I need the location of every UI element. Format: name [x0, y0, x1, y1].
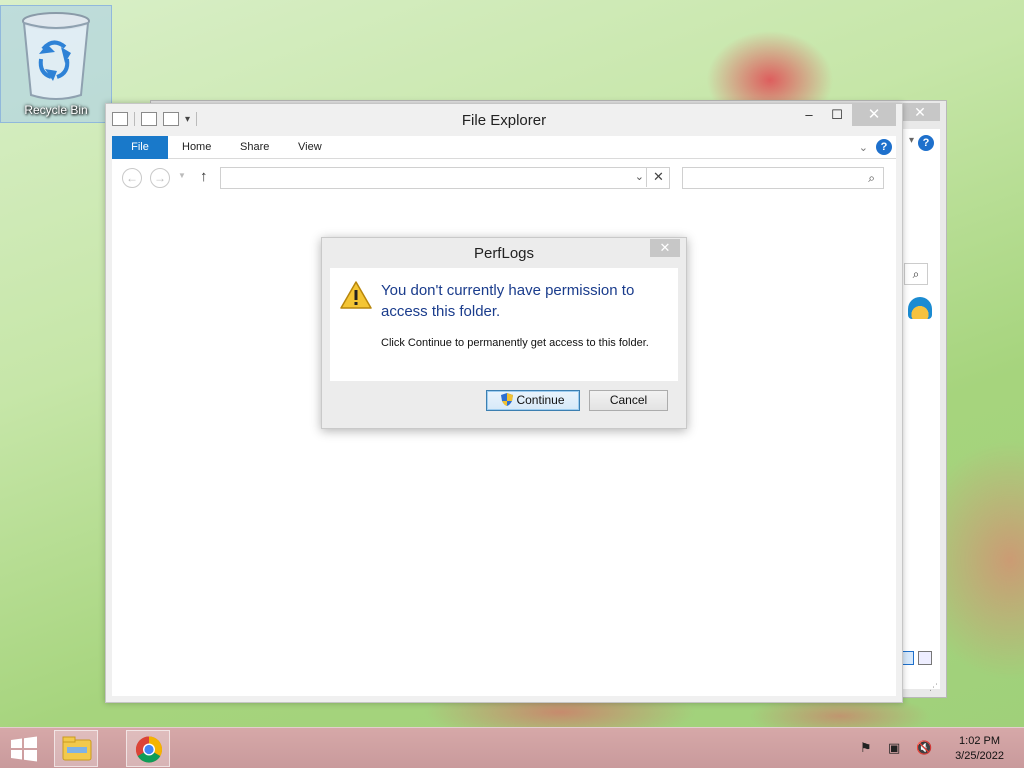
continue-button[interactable]: Continue — [486, 390, 580, 411]
bg-help-icon[interactable]: ? — [918, 135, 934, 151]
tab-home[interactable]: Home — [182, 136, 211, 159]
bg-window-side-panel — [902, 129, 940, 689]
recent-locations-icon[interactable]: ▼ — [178, 171, 186, 180]
address-bar[interactable] — [220, 167, 670, 189]
bg-window-close-button[interactable]: ✕ — [900, 103, 940, 121]
back-button[interactable]: ← — [122, 168, 142, 188]
bg-ribbon-expand-icon[interactable]: ▾ — [909, 135, 914, 146]
dialog-close-button[interactable]: ✕ — [650, 239, 680, 257]
tab-view[interactable]: View — [298, 136, 322, 159]
help-icon[interactable]: ? — [876, 139, 892, 155]
up-arrow-icon[interactable]: ↑ — [200, 168, 208, 185]
title-bar[interactable]: ▾ File Explorer – ☐ ✕ — [106, 104, 902, 134]
dialog-sub-message: Click Continue to permanently get access… — [381, 337, 649, 349]
warning-icon — [340, 280, 372, 310]
dialog-title: PerfLogs — [473, 245, 535, 262]
uac-shield-icon — [501, 393, 514, 406]
folder-icon — [62, 736, 92, 761]
action-center-flag-icon[interactable]: ⚑ — [860, 740, 878, 756]
volume-muted-icon[interactable]: 🔇 — [916, 740, 934, 756]
search-box[interactable]: ⌕ — [682, 167, 884, 189]
recycle-bin-label: Recycle Bin — [24, 103, 88, 117]
window-title: File Explorer — [461, 112, 547, 129]
ribbon-tabs: File Home Share View ⌄ ? — [112, 136, 896, 159]
bg-search-icon[interactable]: ⌕ — [904, 263, 928, 285]
tab-share[interactable]: Share — [240, 136, 269, 159]
clock-date: 3/25/2022 — [955, 750, 1004, 762]
cancel-button[interactable]: Cancel — [589, 390, 668, 411]
close-button[interactable]: ✕ — [852, 104, 896, 126]
clock-time: 1:02 PM — [959, 735, 1001, 747]
continue-label: Continue — [516, 393, 565, 407]
navigation-bar: ← → ▼ ↑ ⌄ ✕ ⌕ — [112, 159, 896, 197]
bg-app-icon — [908, 297, 932, 319]
search-icon: ⌕ — [868, 171, 875, 185]
resize-grip-icon[interactable]: ⋰ — [929, 682, 938, 693]
tab-file[interactable]: File — [112, 136, 168, 159]
recycle-bin-desktop-icon[interactable]: Recycle Bin — [0, 5, 112, 123]
permission-dialog: PerfLogs ✕ You don't currently have perm… — [321, 237, 687, 429]
taskbar-file-explorer[interactable] — [54, 730, 98, 767]
windows-logo-icon — [11, 736, 37, 762]
chrome-icon — [135, 736, 163, 763]
forward-button[interactable]: → — [150, 168, 170, 188]
maximize-button[interactable]: ☐ — [822, 104, 852, 126]
dialog-body: You don't currently have permission to a… — [330, 268, 678, 381]
taskbar: ⚑ ▣ 🔇 1:02 PM 3/25/2022 — [0, 727, 1024, 768]
network-icon[interactable]: ▣ — [888, 740, 906, 756]
start-button[interactable] — [10, 736, 38, 762]
minimize-button[interactable]: – — [794, 104, 824, 126]
clock[interactable]: 1:02 PM 3/25/2022 — [955, 734, 1004, 764]
recycle-bin-icon — [19, 9, 93, 101]
dialog-main-message: You don't currently have permission to a… — [381, 282, 635, 320]
expand-ribbon-icon[interactable]: ⌄ — [859, 141, 868, 154]
system-tray: ⚑ ▣ 🔇 — [860, 740, 934, 756]
taskbar-chrome[interactable] — [126, 730, 170, 767]
large-icons-view-icon[interactable] — [918, 651, 932, 665]
